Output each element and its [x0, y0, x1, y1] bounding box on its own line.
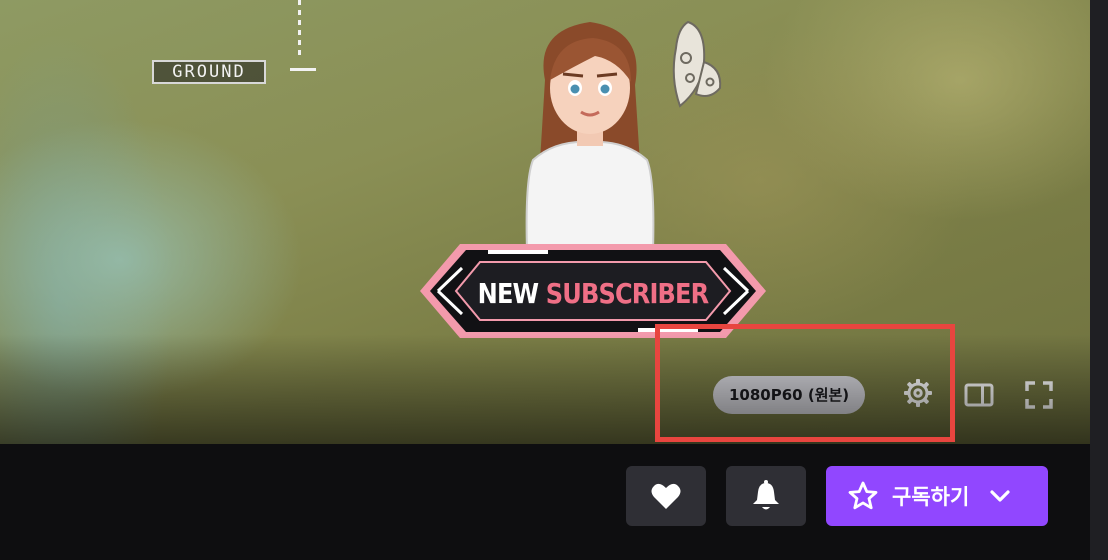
hud-marker-line [290, 68, 316, 71]
subscribe-label: 구독하기 [892, 485, 970, 509]
follow-button[interactable] [626, 466, 706, 526]
subscribe-button[interactable]: 구독하기 [826, 466, 1048, 526]
page-scrollbar[interactable] [1090, 0, 1108, 560]
chevron-down-icon[interactable] [987, 483, 1013, 509]
fullscreen-icon[interactable] [1021, 377, 1057, 413]
settings-gear-icon[interactable] [900, 375, 936, 411]
new-subscriber-banner-text: NEW SUBSCRIBER [443, 276, 744, 312]
star-outline-icon [848, 481, 878, 510]
notification-bell-button[interactable] [726, 466, 806, 526]
stream-page: GROUND NEW SUBSCRIBER 1080P60 (원본) 구독하기 [0, 0, 1108, 560]
streamer-avatar-image [525, 22, 655, 250]
hud-altimeter-dots [298, 0, 301, 56]
hud-ground-label: GROUND [152, 60, 266, 84]
theatre-mode-icon[interactable] [961, 377, 997, 413]
video-player[interactable]: GROUND NEW SUBSCRIBER 1080P60 (원본) [0, 0, 1090, 444]
heart-icon [651, 483, 681, 509]
moth-sticker-image [672, 20, 722, 108]
banner-word-subscriber: SUBSCRIBER [545, 277, 709, 310]
banner-word-new: NEW [477, 277, 539, 310]
quality-badge[interactable]: 1080P60 (원본) [713, 376, 866, 414]
bell-icon [753, 480, 779, 510]
